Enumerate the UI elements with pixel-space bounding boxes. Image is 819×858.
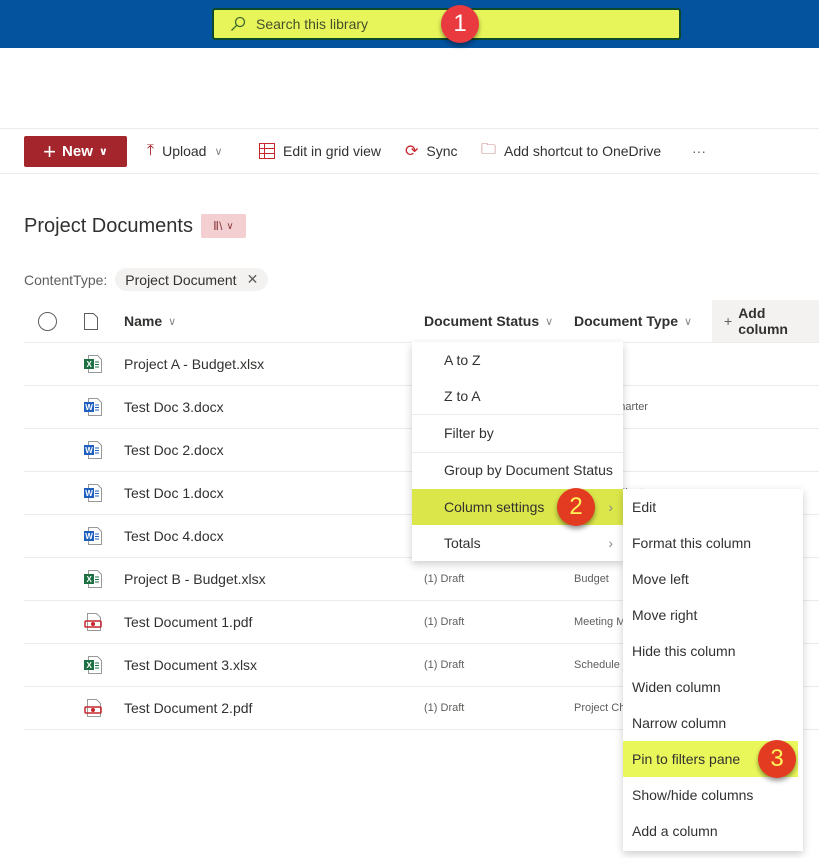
file-type-icon[interactable] [84,300,98,342]
chevron-right-icon: › [608,535,613,551]
menu-item-filter-by[interactable]: Filter by [412,415,623,451]
word-file-icon: W [84,515,102,557]
filter-label: ContentType: [24,271,108,288]
file-name-link[interactable]: Test Doc 3.docx [124,386,224,428]
submenu-item-add-a-column[interactable]: Add a column [623,813,798,849]
library-title-area: Project Documents Ⅱ\ ∨ [24,214,246,238]
file-name-link[interactable]: Test Document 2.pdf [124,687,252,729]
column-settings-submenu: Edit Format this column Move left Move righ… [623,489,803,851]
view-switcher-button[interactable]: Ⅱ\ ∨ [200,214,246,238]
submenu-item-narrow-column[interactable]: Narrow column [623,705,798,741]
submenu-item-move-left[interactable]: Move left [623,561,798,597]
menu-item-group-by[interactable]: Group by Document Status [412,452,623,488]
chevron-down-icon: ∨ [226,220,234,232]
file-name-link[interactable]: Test Doc 1.docx [124,472,224,514]
upload-icon: ⤒ [147,142,155,159]
menu-item-z-to-a[interactable]: Z to A [412,378,623,414]
chevron-down-icon: ∨ [98,146,108,158]
column-header-document-type[interactable]: Document Type ∨ [574,300,692,342]
document-type-cell: Schedule [574,659,620,671]
plus-icon: + [724,313,733,329]
submenu-item-hide-this-column[interactable]: Hide this column [623,633,798,669]
submenu-item-edit[interactable]: Edit [623,489,798,525]
svg-text:W: W [85,489,93,498]
chevron-down-icon: ∨ [168,315,177,328]
upload-button[interactable]: ⤒ Upload ∨ [147,129,223,173]
callout-badge-2: 2 [557,488,595,526]
filter-bar: ContentType: Project Document ✕ [24,268,269,291]
word-file-icon: W [84,472,102,514]
sync-button[interactable]: ⟳ Sync [405,129,458,173]
select-all-checkbox[interactable] [38,300,57,342]
page-title: Project Documents [24,214,193,237]
file-name-link[interactable]: Project A - Budget.xlsx [124,343,264,385]
folder-link-icon: 🗀 [481,140,497,158]
pdf-file-icon [84,687,102,729]
document-status-cell: (1) Draft [424,702,465,714]
word-file-icon: W [84,386,102,428]
column-header-document-status[interactable]: Document Status ∨ [424,300,553,342]
submenu-item-widen-column[interactable]: Widen column [623,669,798,705]
menu-item-totals[interactable]: Totals › [412,525,623,561]
pdf-file-icon [84,601,102,643]
top-bar: Search this library [0,0,819,48]
edit-grid-view-button[interactable]: Edit in grid view [259,129,381,173]
close-icon[interactable]: ✕ [247,271,259,288]
column-header-name[interactable]: Name ∨ [124,300,176,342]
file-name-link[interactable]: Test Doc 2.docx [124,429,224,471]
library-icon: Ⅱ\ [213,219,223,233]
plus-icon: + [43,138,57,164]
new-button[interactable]: + New ∨ [24,136,127,167]
list-header: Name ∨ Document Status ∨ Document Type ∨ + A… [24,300,819,343]
svg-text:X: X [87,575,93,584]
document-type-cell: Budget [574,573,609,585]
submenu-item-move-right[interactable]: Move right [623,597,798,633]
chevron-down-icon: ∨ [214,145,223,158]
submenu-item-format-this-column[interactable]: Format this column [623,525,798,561]
search-icon [231,16,246,31]
chevron-down-icon: ∨ [545,315,554,328]
document-status-cell: (1) Draft [424,659,465,671]
file-name-link[interactable]: Test Document 3.xlsx [124,644,257,686]
callout-badge-3: 3 [758,740,796,778]
svg-text:W: W [85,403,93,412]
document-status-cell: (1) Draft [424,573,465,585]
document-status-cell: (1) Draft [424,616,465,628]
filter-chip[interactable]: Project Document ✕ [115,268,269,291]
add-shortcut-button[interactable]: 🗀 Add shortcut to OneDrive [481,129,661,173]
sync-icon: ⟳ [405,143,419,160]
command-bar: + New ∨ ⤒ Upload ∨ Edit in grid view ⟳ Sync 🗀… [0,128,819,174]
add-column-button[interactable]: + Add column [712,300,819,342]
chevron-right-icon: › [608,499,613,515]
callout-badge-1: 1 [441,5,479,43]
svg-text:X: X [87,360,93,369]
search-placeholder: Search this library [256,16,369,32]
svg-text:W: W [85,446,93,455]
svg-text:X: X [87,661,93,670]
excel-file-icon: X [84,343,102,385]
grid-icon [259,143,275,159]
file-name-link[interactable]: Test Doc 4.docx [124,515,224,557]
excel-file-icon: X [84,558,102,600]
submenu-item-show-hide-columns[interactable]: Show/hide columns [623,777,798,813]
column-context-menu: A to Z Z to A Filter by Group by Documen… [412,342,623,561]
word-file-icon: W [84,429,102,471]
more-button[interactable]: ··· [692,129,706,173]
chevron-down-icon: ∨ [683,315,693,328]
menu-item-a-to-z[interactable]: A to Z [412,342,623,378]
file-name-link[interactable]: Test Document 1.pdf [124,601,252,643]
svg-text:W: W [85,532,93,541]
file-name-link[interactable]: Project B - Budget.xlsx [124,558,266,600]
excel-file-icon: X [84,644,102,686]
